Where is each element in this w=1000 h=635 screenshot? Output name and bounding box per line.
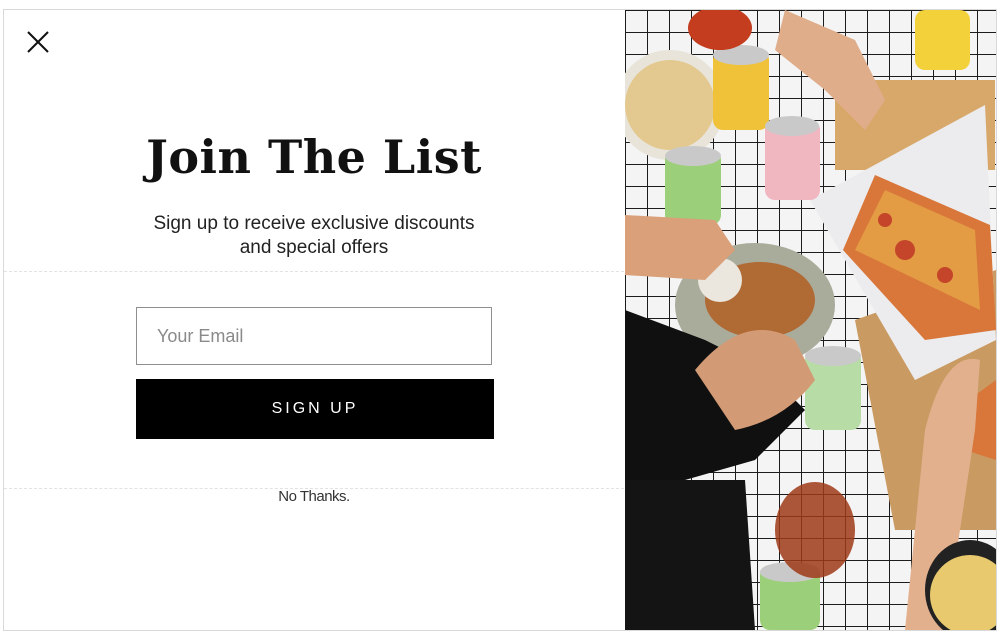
- close-icon[interactable]: [26, 30, 50, 54]
- no-thanks-link[interactable]: No Thanks.: [4, 488, 624, 505]
- subtitle-line: Sign up to receive exclusive discounts: [153, 213, 475, 234]
- popup-subtitle: Sign up to receive exclusive discounts a…: [144, 212, 484, 260]
- signup-popup: Join The List Sign up to receive exclusi…: [3, 9, 997, 631]
- popup-title: Join The List: [146, 130, 482, 184]
- email-input[interactable]: [136, 307, 492, 365]
- food-photo: [625, 10, 996, 630]
- subtitle-line: and special offers: [239, 237, 389, 258]
- sign-up-button[interactable]: SIGN UP: [136, 379, 494, 439]
- popup-form-panel: Join The List Sign up to receive exclusi…: [4, 10, 624, 630]
- food-photo-illustration: [625, 10, 996, 630]
- divider: [4, 271, 624, 272]
